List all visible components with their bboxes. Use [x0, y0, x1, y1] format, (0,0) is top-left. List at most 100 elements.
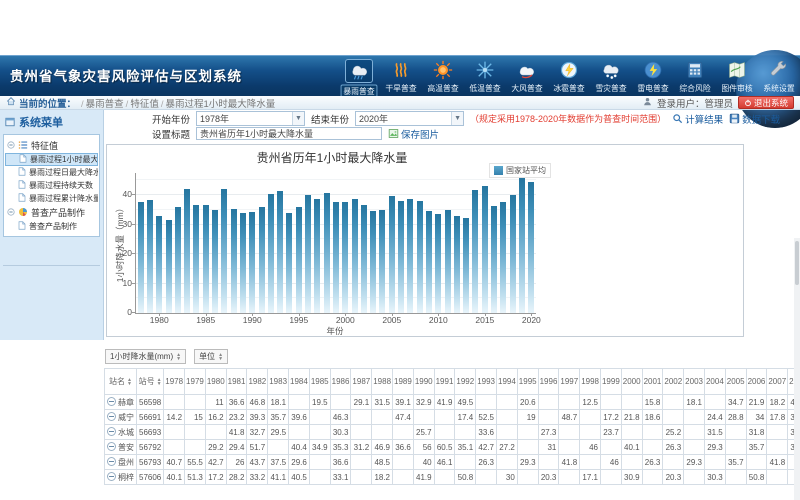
column-header-year[interactable]: 1989: [393, 369, 414, 395]
toolbar-item-snow[interactable]: 雪灾普查: [590, 57, 632, 94]
breadcrumb-segment[interactable]: 暴雨普查: [86, 99, 124, 110]
toolbar-item-lightning[interactable]: 雷电普查: [632, 57, 674, 94]
toolbar-item-settings[interactable]: 系统设置: [758, 57, 800, 94]
sort-arrows-icon[interactable]: ▲▼: [157, 378, 162, 386]
column-header-id[interactable]: 站号▲▼: [137, 369, 164, 395]
column-header-year[interactable]: 1990: [413, 369, 434, 395]
save-image-button[interactable]: 保存图片: [388, 127, 439, 141]
app-body: 系统菜单 特征值暴雨过程1小时最大降水量暴雨过程日最大降水量暴雨过程持续天数暴雨…: [0, 110, 800, 500]
column-header-year[interactable]: 1997: [559, 369, 580, 395]
sort-arrows-icon[interactable]: ▲▼: [127, 378, 132, 386]
sidebar-group-特征值[interactable]: 特征值: [5, 138, 98, 153]
toolbar-item-low-temp[interactable]: 低温普查: [464, 57, 506, 94]
toolbar-item-label: 高温普查: [427, 82, 458, 93]
x-tick-mark: [485, 313, 486, 316]
toolbar-item-hail[interactable]: 冰雹普查: [548, 57, 590, 94]
breadcrumb-segment[interactable]: 暴雨过程1小时最大降水量: [165, 99, 275, 110]
calculate-button[interactable]: 计算结果: [672, 112, 723, 126]
scrollbar-thumb[interactable]: [795, 241, 799, 285]
toolbar-item-high-temp[interactable]: 高温普查: [422, 57, 464, 94]
column-header-year[interactable]: 1999: [600, 369, 621, 395]
column-header-year[interactable]: 1982: [247, 369, 268, 395]
value-cell: 12.5: [580, 395, 601, 410]
column-header-year[interactable]: 1996: [538, 369, 559, 395]
sort-arrows-icon[interactable]: ▲▼: [218, 353, 223, 361]
column-header-year[interactable]: 2000: [621, 369, 642, 395]
toolbar-item-wind[interactable]: 大风普查: [506, 57, 548, 94]
bar-1988: [231, 209, 237, 313]
column-header-year[interactable]: 1985: [309, 369, 330, 395]
value-cell: [413, 410, 434, 425]
column-header-year[interactable]: 2003: [684, 369, 705, 395]
sidebar-item-label: 暴雨过程1小时最大降水量: [30, 154, 98, 165]
value-cell: 34.9: [309, 440, 330, 455]
column-header-year[interactable]: 1978: [164, 369, 185, 395]
column-header-year[interactable]: 1992: [455, 369, 476, 395]
column-header-year[interactable]: 1998: [580, 369, 601, 395]
column-header-year[interactable]: 1993: [476, 369, 497, 395]
sidebar-item[interactable]: 暴雨过程1小时最大降水量: [5, 153, 98, 166]
value-cell: [455, 425, 476, 440]
sidebar-item[interactable]: 暴雨过程日最大降水量: [5, 166, 98, 179]
value-cell: [309, 425, 330, 440]
table-chip-1小时降水量(mm)[interactable]: 1小时降水量(mm)▲▼: [105, 349, 186, 364]
chart-title-input[interactable]: [196, 127, 382, 140]
table-chip-单位[interactable]: 单位▲▼: [194, 349, 228, 364]
toolbar-item-map-review[interactable]: 图件审核: [716, 57, 758, 94]
column-header-year[interactable]: 2004: [704, 369, 725, 395]
station-id-cell: 56793: [137, 455, 164, 470]
collapse-icon[interactable]: [7, 141, 15, 151]
value-cell: 48.7: [559, 410, 580, 425]
vertical-scrollbar[interactable]: [794, 238, 800, 500]
row-expander-icon[interactable]: [107, 412, 116, 421]
x-tick-label: 1995: [284, 315, 314, 325]
x-tick-label: 2010: [423, 315, 453, 325]
toolbar-item-rainstorm[interactable]: 暴雨普查: [338, 57, 380, 98]
value-cell: [309, 470, 330, 485]
column-header-name[interactable]: 站名▲▼: [105, 369, 137, 395]
list-icon: [18, 140, 28, 152]
column-header-year[interactable]: 1988: [372, 369, 393, 395]
bar-2012: [454, 216, 460, 313]
row-expander-icon[interactable]: [107, 442, 116, 451]
column-header-year[interactable]: 1984: [289, 369, 310, 395]
row-expander-icon[interactable]: [107, 397, 116, 406]
collapse-icon[interactable]: [7, 208, 15, 218]
value-cell: 41.1: [268, 470, 289, 485]
breadcrumb-segment[interactable]: 特征值: [130, 99, 159, 110]
row-expander-icon[interactable]: [107, 472, 116, 481]
sidebar-item[interactable]: 普查产品制作: [5, 220, 98, 233]
column-header-year[interactable]: 1981: [226, 369, 247, 395]
column-header-year[interactable]: 2001: [642, 369, 663, 395]
column-header-year[interactable]: 1994: [497, 369, 518, 395]
column-header-year[interactable]: 1986: [330, 369, 351, 395]
sort-arrows-icon[interactable]: ▲▼: [176, 353, 181, 361]
value-cell: 35.1: [455, 440, 476, 455]
value-cell: 34: [746, 410, 767, 425]
row-expander-icon[interactable]: [107, 427, 116, 436]
sidebar-item[interactable]: 暴雨过程持续天数: [5, 179, 98, 192]
chevron-down-icon: ▼: [292, 112, 304, 125]
column-header-year[interactable]: 2006: [746, 369, 767, 395]
sidebar-group-普查产品制作[interactable]: 普查产品制作: [5, 205, 98, 220]
start-year-select[interactable]: 1978年▼: [196, 111, 305, 126]
toolbar-item-composite-risk[interactable]: 综合风险: [674, 57, 716, 94]
column-header-year[interactable]: 1980: [205, 369, 226, 395]
column-header-year[interactable]: 1987: [351, 369, 372, 395]
download-data-button[interactable]: 数据下载: [729, 112, 780, 126]
column-header-year[interactable]: 2002: [663, 369, 684, 395]
column-header-year[interactable]: 1979: [185, 369, 206, 395]
logout-button[interactable]: 退出系统: [738, 96, 794, 109]
row-expander-icon[interactable]: [107, 457, 116, 466]
column-header-year[interactable]: 2005: [725, 369, 746, 395]
column-header-year[interactable]: 1983: [268, 369, 289, 395]
column-header-year[interactable]: 2007: [767, 369, 788, 395]
column-header-year[interactable]: 1995: [517, 369, 538, 395]
table-row: 赫章565981136.646.818.119.529.131.539.132.…: [105, 395, 800, 410]
column-header-year[interactable]: 1991: [434, 369, 455, 395]
value-cell: 39.6: [289, 410, 310, 425]
sidebar-item[interactable]: 暴雨过程累计降水量: [5, 192, 98, 205]
toolbar-item-drought[interactable]: 干旱普查: [380, 57, 422, 94]
value-cell: 50.8: [746, 470, 767, 485]
end-year-select[interactable]: 2020年▼: [355, 111, 464, 126]
